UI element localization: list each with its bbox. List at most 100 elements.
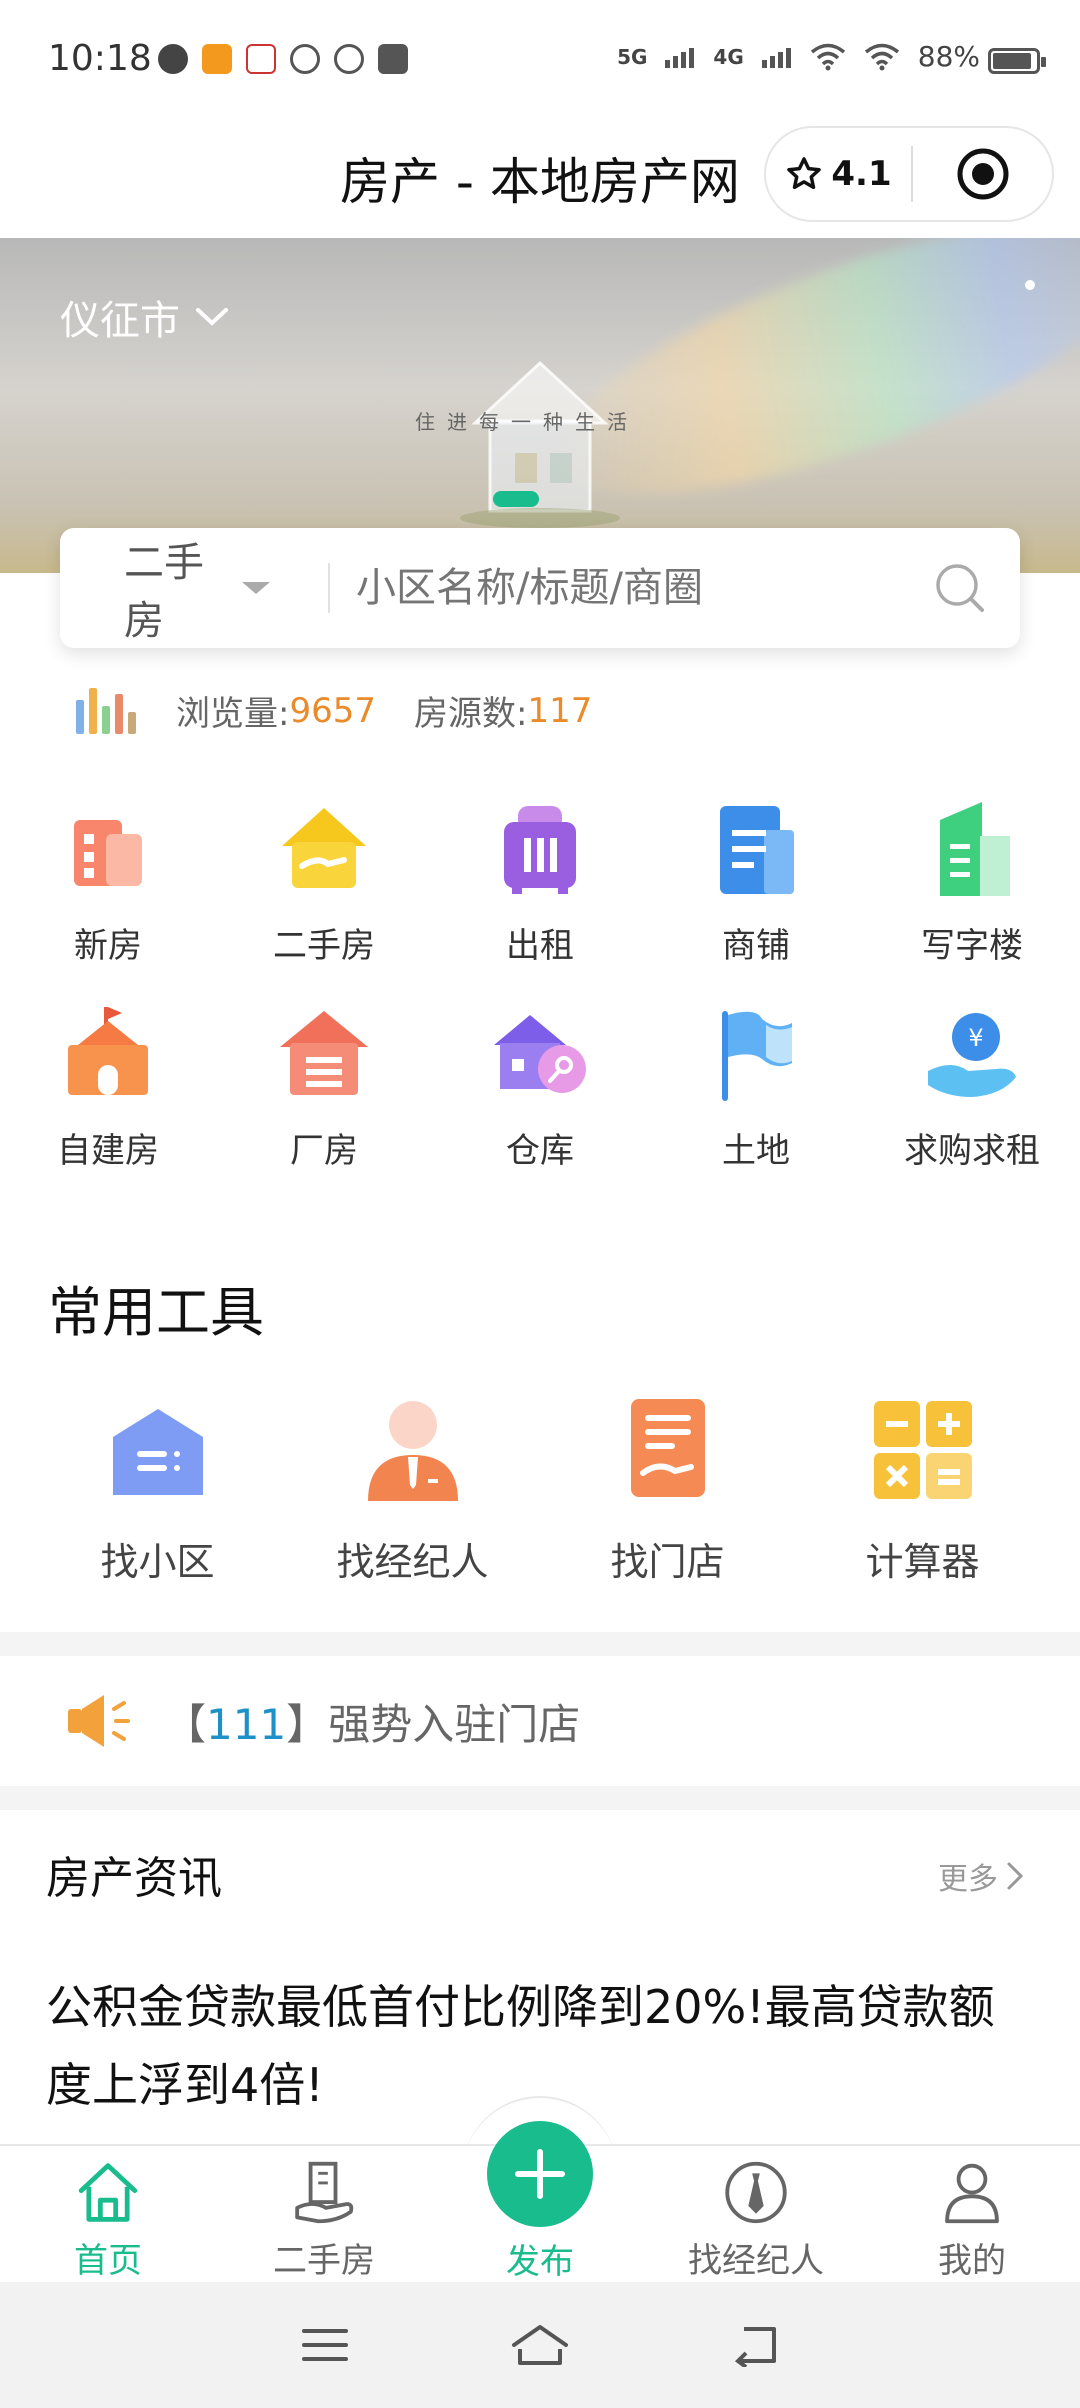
tab-second-hand-label: 二手房 bbox=[273, 2241, 375, 2281]
mini-program-capsule: 4.1 bbox=[764, 126, 1054, 222]
self-built-icon bbox=[68, 1007, 148, 1095]
warehouse-icon bbox=[494, 1015, 586, 1093]
battery-percent: 88% bbox=[917, 40, 980, 73]
category-label: 商铺 bbox=[722, 926, 790, 966]
wifi-icon bbox=[810, 43, 845, 70]
chevron-down-icon bbox=[196, 308, 228, 326]
carousel-indicator bbox=[493, 491, 539, 507]
plus-icon bbox=[515, 2149, 565, 2199]
calculator-icon bbox=[873, 1401, 972, 1499]
taobao-icon bbox=[378, 44, 408, 74]
star-icon bbox=[787, 157, 822, 190]
section-divider bbox=[0, 1786, 1080, 1810]
search-type-label: 二手房 bbox=[124, 540, 204, 644]
category-wanted[interactable]: ¥ 求购求租 bbox=[864, 995, 1080, 1200]
svg-text:¥: ¥ bbox=[968, 1024, 983, 1052]
search-input[interactable] bbox=[356, 565, 900, 611]
tool-find-store[interactable]: 找门店 bbox=[540, 1395, 795, 1586]
category-office[interactable]: 写字楼 bbox=[864, 790, 1080, 995]
search-icon bbox=[936, 564, 984, 612]
notice-suffix: 】强势入驻门店 bbox=[286, 1699, 581, 1749]
more-label: 更多 bbox=[938, 1862, 998, 1897]
banner[interactable]: 仪征市 住进每一种生活 bbox=[0, 238, 1080, 573]
publish-button[interactable] bbox=[487, 2121, 593, 2227]
category-shop[interactable]: 商铺 bbox=[648, 790, 864, 995]
wanted-icon: ¥ bbox=[928, 1013, 1016, 1097]
notice-bar[interactable]: 【111】强势入驻门店 bbox=[0, 1656, 1080, 1786]
factory-icon bbox=[280, 1011, 368, 1095]
category-warehouse[interactable]: 仓库 bbox=[432, 995, 648, 1200]
menu-icon[interactable] bbox=[300, 2325, 350, 2365]
tool-calculator[interactable]: 计算器 bbox=[795, 1395, 1050, 1586]
notice-count: 111 bbox=[206, 1699, 287, 1749]
listings-value: 117 bbox=[527, 690, 593, 731]
home-icon bbox=[78, 2163, 138, 2222]
tab-mine[interactable]: 我的 bbox=[864, 2146, 1080, 2282]
message-icon bbox=[158, 44, 188, 74]
category-rent[interactable]: 出租 bbox=[432, 790, 648, 995]
category-label: 自建房 bbox=[57, 1131, 159, 1171]
store-icon bbox=[630, 1399, 705, 1497]
wifi-icon-2 bbox=[864, 43, 899, 70]
category-label: 新房 bbox=[74, 926, 142, 966]
category-factory[interactable]: 厂房 bbox=[216, 995, 432, 1200]
views-value: 9657 bbox=[289, 690, 376, 731]
tab-home-label: 首页 bbox=[74, 2241, 142, 2281]
category-second-hand[interactable]: 二手房 bbox=[216, 790, 432, 995]
listings-label: 房源数: bbox=[414, 694, 528, 734]
search-button[interactable] bbox=[900, 560, 1020, 616]
new-house-icon bbox=[74, 820, 142, 886]
category-self-built[interactable]: 自建房 bbox=[0, 995, 216, 1200]
status-bar: 10:18 5G 4G 88% bbox=[0, 0, 1080, 120]
section-divider bbox=[0, 1632, 1080, 1656]
rating-value: 4.1 bbox=[831, 154, 892, 194]
rent-icon bbox=[504, 806, 576, 894]
news-header: 房产资讯 更多 bbox=[0, 1810, 1080, 1940]
tool-label: 找门店 bbox=[610, 1540, 725, 1584]
search-bar: 二手房 bbox=[60, 528, 1020, 648]
tool-find-community[interactable]: 找小区 bbox=[30, 1395, 285, 1586]
office-icon bbox=[940, 802, 1010, 896]
target-icon bbox=[957, 148, 1008, 200]
news-section-title: 房产资讯 bbox=[46, 1853, 222, 1904]
tab-agents-label: 找经纪人 bbox=[688, 2241, 824, 2281]
news-more-link[interactable]: 更多 bbox=[938, 1854, 1024, 1898]
user-icon bbox=[945, 2163, 999, 2224]
close-mini-program-button[interactable] bbox=[913, 146, 1052, 202]
tab-agents[interactable]: 找经纪人 bbox=[648, 2146, 864, 2282]
second-hand-icon bbox=[282, 808, 366, 888]
status-time: 10:18 bbox=[48, 38, 152, 79]
search-divider bbox=[328, 563, 330, 613]
notice-prefix: 【 bbox=[164, 1699, 207, 1749]
system-nav-bar bbox=[0, 2282, 1080, 2408]
signal-5g-icon bbox=[665, 47, 695, 68]
tool-label: 计算器 bbox=[865, 1540, 980, 1584]
category-new-house[interactable]: 新房 bbox=[0, 790, 216, 995]
chevron-right-icon bbox=[1007, 1862, 1024, 1890]
tools-section-title: 常用工具 bbox=[48, 1281, 264, 1344]
tab-second-hand[interactable]: 二手房 bbox=[216, 2146, 432, 2282]
signal-4g-label: 4G bbox=[713, 44, 744, 69]
city-name: 仪征市 bbox=[60, 298, 180, 344]
tab-mine-label: 我的 bbox=[938, 2241, 1006, 2281]
back-icon[interactable] bbox=[730, 2323, 780, 2367]
category-grid: 新房 二手房 出租 商铺 写字楼 自建房 厂房 仓库 土地 ¥ 求购求租 bbox=[0, 790, 1080, 1200]
battery-icon bbox=[988, 48, 1046, 74]
building-hand-icon bbox=[295, 2161, 354, 2224]
banner-dot bbox=[1025, 280, 1035, 290]
category-label: 厂房 bbox=[290, 1131, 358, 1171]
publish-label: 发布 bbox=[506, 2242, 574, 2282]
category-label: 求购求租 bbox=[904, 1131, 1040, 1171]
tab-home[interactable]: 首页 bbox=[0, 2146, 216, 2282]
city-selector[interactable]: 仪征市 bbox=[60, 288, 230, 346]
rating-button[interactable]: 4.1 bbox=[766, 154, 911, 194]
home-nav-icon[interactable] bbox=[510, 2323, 570, 2367]
speaker-icon bbox=[68, 1695, 130, 1747]
status-indicators: 5G 4G 88% bbox=[617, 40, 980, 73]
tool-find-agent[interactable]: 找经纪人 bbox=[285, 1395, 540, 1586]
notice-text: 【111】强势入驻门店 bbox=[164, 1691, 580, 1752]
shop-icon bbox=[720, 806, 794, 894]
search-type-selector[interactable]: 二手房 bbox=[60, 530, 270, 646]
category-land[interactable]: 土地 bbox=[648, 995, 864, 1200]
agent-icon bbox=[367, 1401, 458, 1501]
